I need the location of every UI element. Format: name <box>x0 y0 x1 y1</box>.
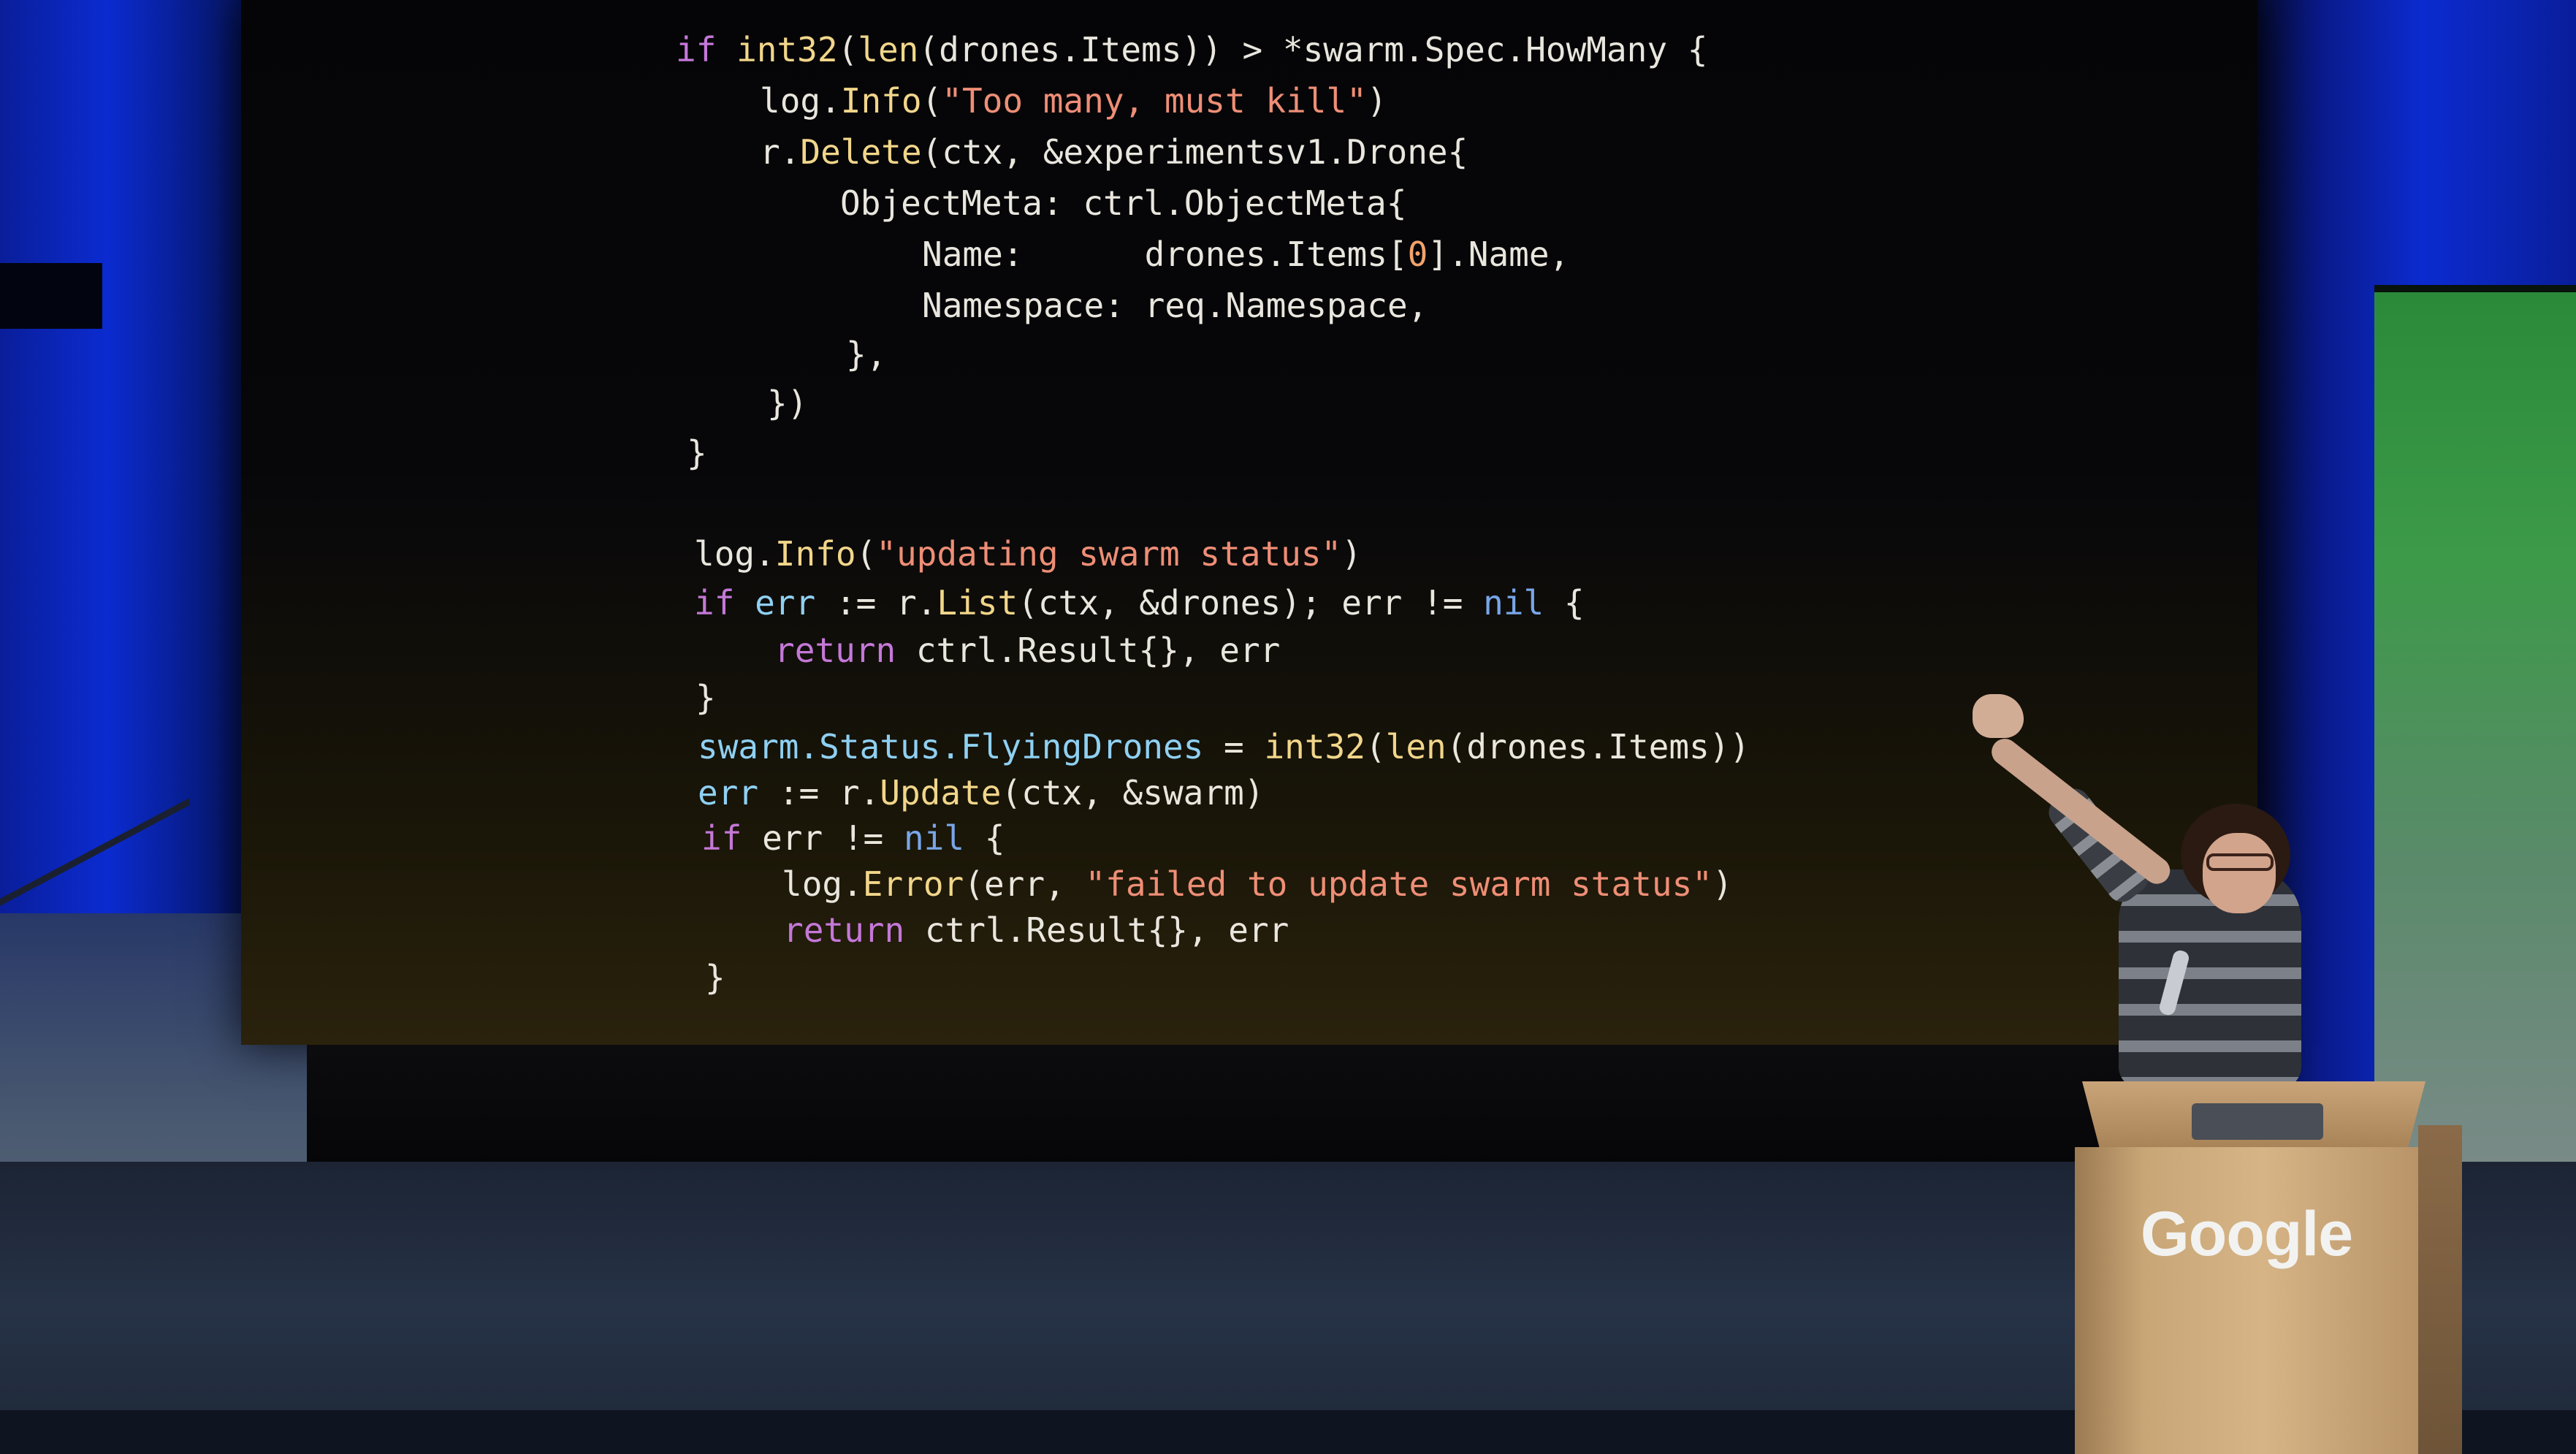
code-token: ) <box>1712 864 1733 904</box>
code-line: r.Delete(ctx, &experimentsv1.Drone{ <box>760 130 1468 174</box>
code-token: } <box>696 678 716 718</box>
code-token: ) <box>1341 534 1362 574</box>
code-line: log.Error(err, "failed to update swarm s… <box>782 862 1733 906</box>
code-token: { <box>1544 583 1585 623</box>
code-line: swarm.Status.FlyingDrones = int32(len(dr… <box>698 725 1750 769</box>
code-token: Update <box>880 773 1002 812</box>
podium-side <box>2418 1125 2462 1454</box>
code-token: { <box>964 818 1005 858</box>
code-token: ].Name, <box>1428 235 1570 274</box>
code-token: return <box>774 631 896 670</box>
code-token: "updating swarm status" <box>876 534 1342 574</box>
code-line: } <box>687 431 707 475</box>
code-token: ) <box>1366 81 1387 121</box>
code-token: err != <box>742 818 904 858</box>
code-token: ( <box>856 534 877 574</box>
code-line: }, <box>846 332 886 376</box>
code-token: }, <box>846 335 887 374</box>
podium-laptop <box>2192 1103 2323 1140</box>
code-line: log.Info("Too many, must kill") <box>760 79 1387 123</box>
code-token: if <box>694 583 735 623</box>
code-token: Name: drones.Items[ <box>922 235 1408 274</box>
code-line: Namespace: req.Namespace, <box>922 283 1428 327</box>
code-line: return ctrl.Result{}, err <box>774 628 1280 672</box>
code-token: := r. <box>758 773 880 812</box>
code-token: return <box>783 910 905 950</box>
code-token: nil <box>903 818 965 858</box>
code-token: (ctx, &swarm) <box>1001 773 1265 812</box>
code-token: ObjectMeta: ctrl.ObjectMeta{ <box>840 183 1407 223</box>
code-line: log.Info("updating swarm status") <box>694 532 1362 576</box>
code-token: "Too many, must kill" <box>942 81 1367 121</box>
code-line: ObjectMeta: ctrl.ObjectMeta{ <box>840 181 1406 225</box>
code-token: len <box>1385 727 1447 766</box>
code-token: err <box>698 773 759 812</box>
stage-scene: if int32(len(drones.Items)) > *swarm.Spe… <box>0 0 2576 1454</box>
code-token: = <box>1203 727 1265 766</box>
code-token: swarm.Status.FlyingDrones <box>698 727 1204 766</box>
podium-logo: Google <box>2140 1199 2353 1269</box>
code-token: 0 <box>1407 235 1428 274</box>
code-token: Namespace: req.Namespace, <box>922 286 1428 325</box>
code-token: ctrl.Result{}, err <box>904 910 1289 950</box>
code-token: Delete <box>800 132 922 172</box>
code-token: (ctx, &drones); err != <box>1018 583 1484 623</box>
code-line: }) <box>767 381 807 425</box>
code-token: if <box>676 30 717 69</box>
code-token: (drones.Items)) <box>1446 727 1750 766</box>
code-line: if err != nil { <box>701 816 1005 860</box>
code-token: Info <box>840 81 922 121</box>
code-token: nil <box>1483 583 1544 623</box>
code-token: int32 <box>736 30 838 69</box>
code-token: List <box>937 583 1018 623</box>
code-line: if int32(len(drones.Items)) > *swarm.Spe… <box>676 28 1707 72</box>
speaker-face <box>2203 833 2276 913</box>
code-line: if err := r.List(ctx, &drones); err != n… <box>694 581 1585 625</box>
screen-base <box>307 1045 2206 1169</box>
code-token: if <box>701 818 742 858</box>
code-token: (err, <box>964 864 1086 904</box>
speaker-body <box>2119 869 2301 1089</box>
code-token: int32 <box>1264 727 1365 766</box>
code-token: ctrl.Result{}, err <box>896 631 1281 670</box>
code-line: err := r.Update(ctx, &swarm) <box>698 771 1264 815</box>
code-token: Error <box>862 864 964 904</box>
code-line: return ctrl.Result{}, err <box>783 908 1289 952</box>
code-token: Info <box>774 534 856 574</box>
code-token: ( <box>921 81 942 121</box>
code-token: log. <box>782 864 863 904</box>
code-token: (drones.Items)) > *swarm.Spec.HowMany { <box>918 30 1708 69</box>
code-token: ( <box>837 30 858 69</box>
speaker-hand <box>1973 694 2024 738</box>
code-token: err <box>755 583 816 623</box>
code-token: } <box>687 433 707 473</box>
code-token: log. <box>760 81 841 121</box>
code-token: (ctx, &experimentsv1.Drone{ <box>921 132 1468 172</box>
code-token: := r. <box>815 583 937 623</box>
code-line: Name: drones.Items[0].Name, <box>922 232 1569 276</box>
speaker-glasses <box>2206 853 2274 871</box>
podium-front <box>2075 1147 2418 1454</box>
code-token: log. <box>694 534 775 574</box>
code-token: ( <box>1365 727 1386 766</box>
code-line: } <box>705 956 725 1000</box>
code-token: len <box>858 30 919 69</box>
code-line: } <box>696 676 716 720</box>
code-token: }) <box>767 384 808 423</box>
code-token: r. <box>760 132 801 172</box>
code-token: "failed to update swarm status" <box>1085 864 1712 904</box>
code-token: } <box>705 958 725 997</box>
